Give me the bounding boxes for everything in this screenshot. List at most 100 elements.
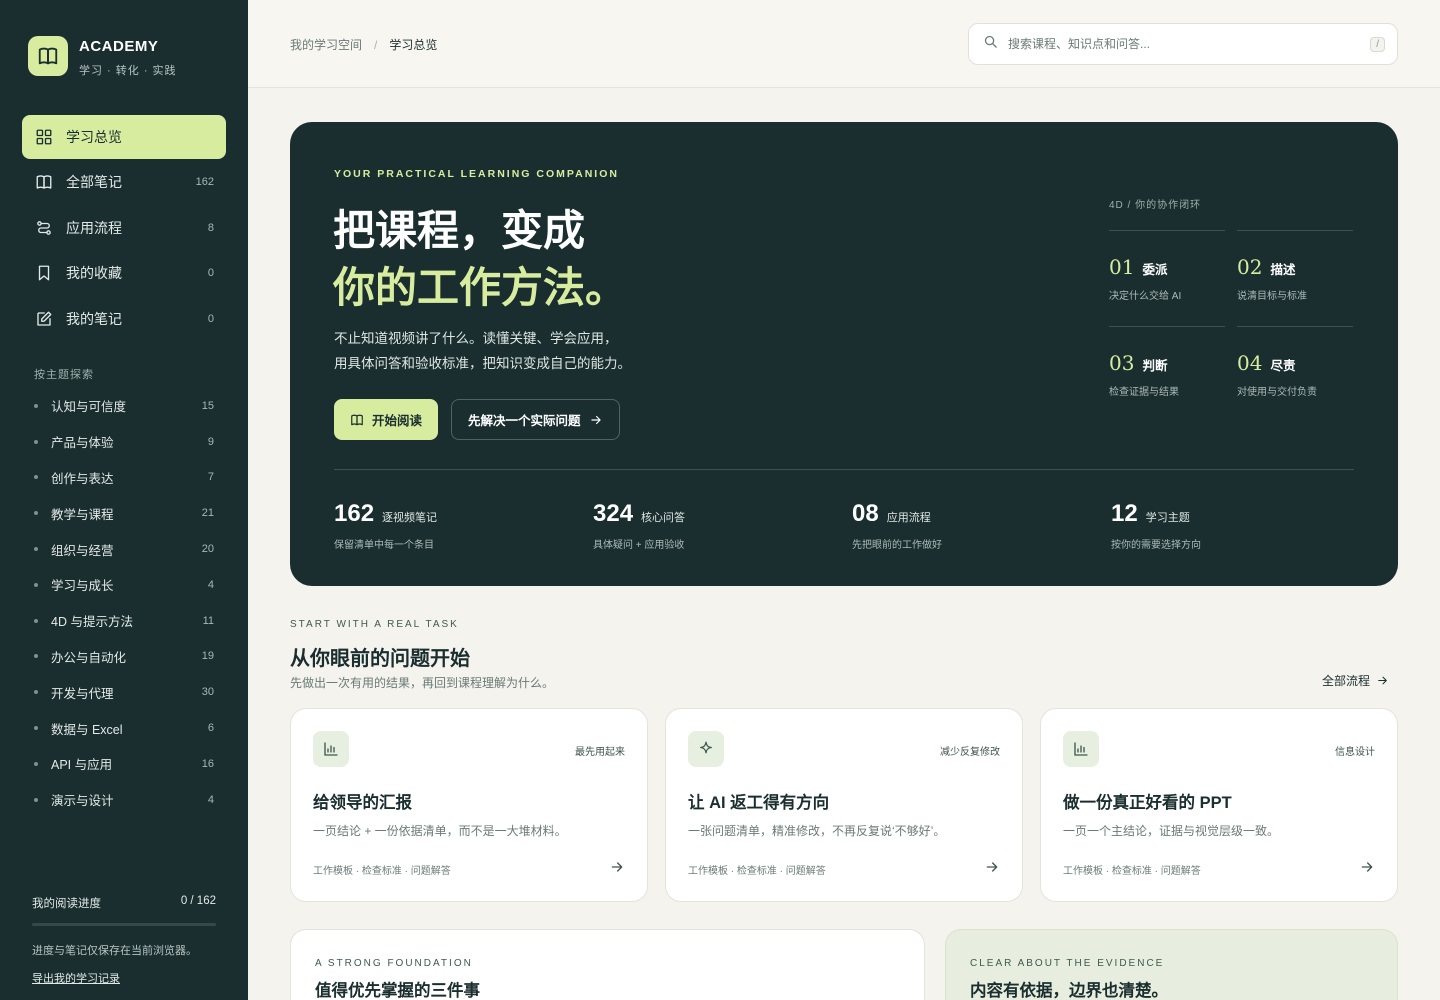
nav-item-all-notes[interactable]: 全部笔记 162 [22, 160, 226, 204]
bullet-dot [34, 439, 38, 444]
all-workflows-link[interactable]: 全部流程 [1322, 672, 1389, 689]
stat-item: 12 学习主题 按你的需要选择方向 [1111, 500, 1370, 551]
arrow-right-icon [589, 413, 603, 427]
section-title: 从你眼前的问题开始 [290, 648, 470, 670]
bullet-dot [34, 403, 38, 408]
topic-label: 创作与表达 [51, 471, 114, 486]
nav-item-overview[interactable]: 学习总览 [22, 115, 226, 159]
card-title: 给领导的汇报 [313, 794, 412, 812]
task-card-ppt[interactable]: 信息设计 做一份真正好看的 PPT 一页一个主结论，证据与视觉层级一致。 工作模… [1040, 708, 1398, 902]
hero-eyebrow: YOUR PRACTICAL LEARNING COMPANION [334, 168, 619, 180]
topic-label: 演示与设计 [51, 794, 114, 809]
progress-note: 进度与笔记仅保存在当前浏览器。 [32, 945, 197, 957]
task-card-report[interactable]: 最先用起来 给领导的汇报 一页结论 + 一份依据清单，而不是一大堆材料。 工作模… [290, 708, 648, 902]
topic-label: 数据与 Excel [51, 722, 123, 737]
card-tag: 减少反复修改 [940, 747, 1000, 758]
topic-count: 4 [207, 793, 214, 806]
card-tag: 最先用起来 [575, 747, 625, 758]
topic-label: API 与应用 [51, 758, 113, 773]
topics-heading: 按主题探索 [34, 369, 94, 381]
progress-bar [32, 923, 216, 926]
bullet-dot [34, 654, 38, 659]
loop-heading: 4D / 你的协作闭环 [1109, 200, 1202, 211]
breadcrumb-separator: / [374, 37, 378, 52]
topic-item[interactable]: 演示与设计 4 [34, 782, 214, 818]
loop-step-name: 判断 [1142, 359, 1168, 373]
reading-progress: 我的阅读进度 0 / 162 进度与笔记仅保存在当前浏览器。 导出我的学习记录 [32, 895, 216, 987]
loop-step-name: 描述 [1270, 263, 1296, 277]
task-card-ai-revision[interactable]: 减少反复修改 让 AI 返工得有方向 一张问题清单，精准修改，不再反复说‘不够好… [665, 708, 1023, 902]
book-icon [350, 413, 364, 427]
topic-item[interactable]: 学习与成长 4 [34, 567, 214, 603]
progress-label: 我的阅读进度 [32, 898, 101, 910]
topic-item[interactable]: 数据与 Excel 6 [34, 710, 214, 746]
route-icon [34, 218, 54, 238]
progress-value: 0 / 162 [180, 895, 216, 907]
topic-item[interactable]: API 与应用 16 [34, 746, 214, 782]
nav-item-workflows[interactable]: 应用流程 8 [22, 206, 226, 250]
search-input[interactable] [1008, 37, 1371, 51]
hero-divider [334, 469, 1354, 470]
nav-item-my-notes[interactable]: 我的笔记 0 [22, 297, 226, 341]
search-box[interactable]: / [968, 23, 1398, 65]
bullet-dot [34, 797, 38, 802]
start-reading-button[interactable]: 开始阅读 [334, 399, 439, 440]
nav-label: 我的笔记 [66, 310, 122, 327]
loop-step-number: 03 [1109, 351, 1135, 375]
arrow-right-icon [984, 859, 1000, 880]
card-tag: 信息设计 [1335, 747, 1375, 758]
topic-label: 开发与代理 [51, 686, 114, 701]
topic-label: 认知与可信度 [51, 400, 127, 415]
bullet-dot [34, 475, 38, 480]
hero-panel: YOUR PRACTICAL LEARNING COMPANION 把课程，变成… [290, 122, 1398, 586]
card-title: 做一份真正好看的 PPT [1063, 794, 1232, 812]
hero-title-line1: 把课程，变成 [333, 207, 586, 254]
brand[interactable]: ACADEMY 学习 · 转化 · 实践 [28, 36, 177, 78]
grid-icon [34, 127, 54, 147]
stat-subtext: 保留清单中每一个条目 [334, 540, 434, 551]
sparkle-icon [688, 731, 724, 767]
card-title: 让 AI 返工得有方向 [688, 794, 830, 812]
export-records-link[interactable]: 导出我的学习记录 [32, 970, 120, 986]
topic-count: 15 [201, 399, 214, 412]
topic-count: 7 [207, 471, 214, 484]
nav-label: 学习总览 [66, 129, 122, 145]
topic-item[interactable]: 教学与课程 21 [34, 495, 214, 531]
nav-count: 0 [207, 267, 214, 280]
breadcrumb: 我的学习空间 / 学习总览 [290, 36, 437, 53]
evidence-panel: CLEAR ABOUT THE EVIDENCE 内容有依据，边界也清楚。 [945, 929, 1398, 1000]
stat-label: 学习主题 [1145, 512, 1190, 524]
stat-number: 12 [1111, 500, 1138, 527]
topic-item[interactable]: 产品与体验 9 [34, 424, 214, 460]
bullet-dot [34, 726, 38, 731]
topic-count: 21 [201, 507, 214, 520]
topic-item[interactable]: 认知与可信度 15 [34, 388, 214, 424]
nav-label: 应用流程 [66, 219, 122, 236]
bullet-dot [34, 511, 38, 516]
topic-item[interactable]: 4D 与提示方法 11 [34, 603, 214, 639]
bullet-dot [34, 618, 38, 623]
sidebar: ACADEMY 学习 · 转化 · 实践 学习总览 全部笔记 162 应用流程 … [0, 0, 248, 1000]
bullet-dot [34, 547, 38, 552]
stat-item: 324 核心问答 具体疑问 + 应用验收 [593, 500, 852, 551]
section-subtitle: 先做出一次有用的结果，再回到课程理解为什么。 [290, 676, 555, 690]
breadcrumb-parent[interactable]: 我的学习空间 [290, 36, 362, 53]
topic-count: 30 [201, 686, 214, 699]
card-meta: 工作模板 · 检查标准 · 问题解答 [688, 866, 826, 877]
topic-item[interactable]: 创作与表达 7 [34, 460, 214, 496]
topic-item[interactable]: 组织与经营 20 [34, 531, 214, 567]
loop-step-desc: 决定什么交给 AI [1109, 291, 1182, 302]
solve-problem-button[interactable]: 先解决一个实际问题 [451, 399, 620, 440]
nav-item-bookmarks[interactable]: 我的收藏 0 [22, 251, 226, 295]
arrow-right-icon [1376, 674, 1389, 687]
all-workflows-label: 全部流程 [1322, 674, 1371, 688]
stat-item: 08 应用流程 先把眼前的工作做好 [852, 500, 1111, 551]
topic-label: 学习与成长 [51, 579, 114, 594]
hero-desc-line2: 用具体问答和验收标准，把知识变成自己的能力。 [334, 356, 631, 371]
topic-item[interactable]: 办公与自动化 19 [34, 639, 214, 675]
bar-chart-icon [1063, 731, 1099, 767]
loop-step: 04 尽责 对使用与交付负责 [1237, 326, 1353, 422]
topic-item[interactable]: 开发与代理 30 [34, 674, 214, 710]
book-icon [34, 172, 54, 192]
nav-label: 我的收藏 [66, 265, 122, 282]
